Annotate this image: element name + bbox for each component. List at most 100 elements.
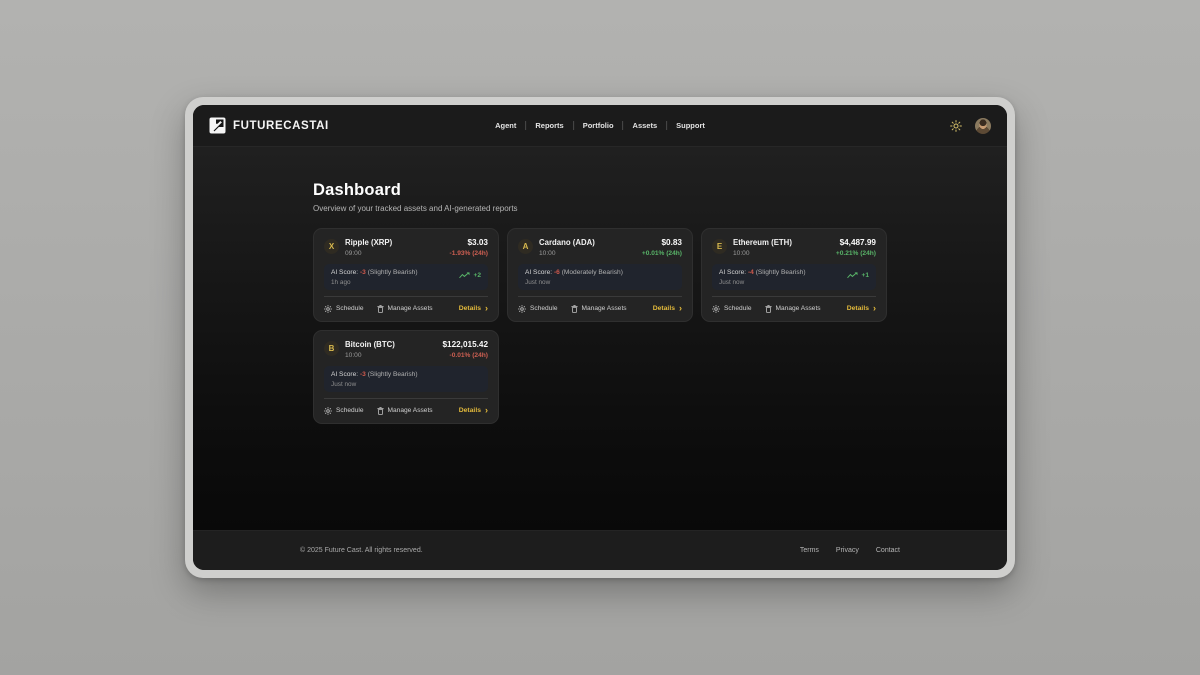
schedule-button[interactable]: Schedule — [518, 305, 558, 313]
details-button[interactable]: Details › — [847, 304, 876, 313]
asset-time: 09:00 — [345, 250, 392, 257]
ai-score-label: (Slightly Bearish) — [368, 371, 418, 378]
ai-score-timestamp: Just now — [719, 279, 806, 286]
nav-divider — [666, 121, 667, 130]
ai-score-label: (Moderately Bearish) — [562, 269, 623, 276]
copyright-text: © 2025 Future Cast. All rights reserved. — [300, 547, 423, 554]
trend-value: +1 — [861, 272, 869, 279]
ai-score-panel: AI Score: -3 (Slightly Bearish) 1h ago — [324, 264, 488, 290]
chevron-right-icon: › — [679, 304, 682, 313]
asset-card-ripple[interactable]: X Ripple (XRP) 09:00 $3.03 -1.93% (24h) — [313, 228, 499, 322]
asset-card-cardano[interactable]: A Cardano (ADA) 10:00 $0.83 +0.01% (24h) — [507, 228, 693, 322]
brand-logo-icon — [209, 117, 226, 134]
device-frame: FUTURECASTAI Agent Reports Portfolio Ass… — [185, 97, 1015, 578]
manage-assets-label: Manage Assets — [388, 407, 433, 414]
trend-badge: +1 — [847, 272, 869, 279]
asset-card-bitcoin[interactable]: B Bitcoin (BTC) 10:00 $122,015.42 -0.01%… — [313, 330, 499, 424]
asset-time: 10:00 — [345, 352, 395, 359]
asset-name: Cardano (ADA) — [539, 238, 595, 248]
ai-score-prefix: AI Score: — [331, 269, 358, 276]
ai-score-timestamp: Just now — [331, 381, 418, 388]
ai-score-panel: AI Score: -6 (Moderately Bearish) Just n… — [518, 264, 682, 290]
coin-icon: E — [712, 239, 727, 254]
coin-icon: B — [324, 341, 339, 356]
ai-score-value: -3 — [360, 269, 366, 276]
gear-icon — [518, 305, 526, 313]
asset-price: $0.83 — [642, 238, 682, 248]
schedule-label: Schedule — [336, 407, 364, 414]
brand[interactable]: FUTURECASTAI — [209, 117, 329, 134]
asset-time: 10:00 — [733, 250, 792, 257]
card-header: B Bitcoin (BTC) 10:00 $122,015.42 -0.01%… — [324, 340, 488, 359]
nav-divider — [573, 121, 574, 130]
card-actions: Schedule Manage Assets — [324, 398, 488, 415]
ai-score-timestamp: 1h ago — [331, 279, 418, 286]
page-subtitle: Overview of your tracked assets and AI-g… — [313, 204, 887, 213]
manage-assets-label: Manage Assets — [776, 305, 821, 312]
ai-score-value: -6 — [554, 269, 560, 276]
schedule-label: Schedule — [336, 305, 364, 312]
details-label: Details — [459, 407, 481, 414]
user-avatar[interactable] — [975, 118, 991, 134]
ai-score-value: -4 — [748, 269, 754, 276]
page-title: Dashboard — [313, 181, 887, 200]
manage-assets-button[interactable]: Manage Assets — [571, 305, 627, 313]
nav-item-agent[interactable]: Agent — [495, 121, 516, 130]
schedule-label: Schedule — [724, 305, 752, 312]
nav-item-support[interactable]: Support — [676, 121, 705, 130]
ai-score-prefix: AI Score: — [525, 269, 552, 276]
coin-icon: X — [324, 239, 339, 254]
manage-assets-button[interactable]: Manage Assets — [377, 305, 433, 313]
details-button[interactable]: Details › — [459, 406, 488, 415]
schedule-button[interactable]: Schedule — [324, 305, 364, 313]
trash-icon — [765, 305, 772, 313]
asset-change: -1.93% (24h) — [450, 250, 488, 257]
nav-divider — [525, 121, 526, 130]
ai-score-label: (Slightly Bearish) — [756, 269, 806, 276]
schedule-button[interactable]: Schedule — [324, 407, 364, 415]
nav-divider — [623, 121, 624, 130]
asset-time: 10:00 — [539, 250, 595, 257]
asset-card-ethereum[interactable]: E Ethereum (ETH) 10:00 $4,487.99 +0.21% … — [701, 228, 887, 322]
chevron-right-icon: › — [485, 304, 488, 313]
main-content: Dashboard Overview of your tracked asset… — [193, 147, 1007, 530]
asset-change: -0.01% (24h) — [442, 352, 488, 359]
nav-item-assets[interactable]: Assets — [633, 121, 658, 130]
chevron-right-icon: › — [873, 304, 876, 313]
asset-name: Ethereum (ETH) — [733, 238, 792, 248]
ai-score-label: (Slightly Bearish) — [368, 269, 418, 276]
footer-link-terms[interactable]: Terms — [800, 547, 819, 554]
theme-toggle-sun-icon[interactable] — [950, 120, 962, 132]
details-button[interactable]: Details › — [459, 304, 488, 313]
card-header: E Ethereum (ETH) 10:00 $4,487.99 +0.21% … — [712, 238, 876, 257]
gear-icon — [712, 305, 720, 313]
trash-icon — [571, 305, 578, 313]
details-label: Details — [459, 305, 481, 312]
asset-name: Bitcoin (BTC) — [345, 340, 395, 350]
gear-icon — [324, 407, 332, 415]
asset-price: $3.03 — [450, 238, 488, 248]
chevron-right-icon: › — [485, 406, 488, 415]
top-navbar: FUTURECASTAI Agent Reports Portfolio Ass… — [193, 105, 1007, 147]
trash-icon — [377, 305, 384, 313]
details-label: Details — [847, 305, 869, 312]
brand-name: FUTURECASTAI — [233, 120, 329, 132]
nav-item-portfolio[interactable]: Portfolio — [583, 121, 614, 130]
footer-link-privacy[interactable]: Privacy — [836, 547, 859, 554]
asset-change: +0.21% (24h) — [836, 250, 876, 257]
app-window: FUTURECASTAI Agent Reports Portfolio Ass… — [193, 105, 1007, 570]
footer-link-contact[interactable]: Contact — [876, 547, 900, 554]
manage-assets-button[interactable]: Manage Assets — [765, 305, 821, 313]
asset-price: $122,015.42 — [442, 340, 488, 350]
details-button[interactable]: Details › — [653, 304, 682, 313]
manage-assets-button[interactable]: Manage Assets — [377, 407, 433, 415]
nav-item-reports[interactable]: Reports — [535, 121, 563, 130]
manage-assets-label: Manage Assets — [582, 305, 627, 312]
asset-change: +0.01% (24h) — [642, 250, 682, 257]
details-label: Details — [653, 305, 675, 312]
trending-up-icon — [847, 272, 858, 279]
schedule-button[interactable]: Schedule — [712, 305, 752, 313]
manage-assets-label: Manage Assets — [388, 305, 433, 312]
schedule-label: Schedule — [530, 305, 558, 312]
app-footer: © 2025 Future Cast. All rights reserved.… — [193, 530, 1007, 570]
